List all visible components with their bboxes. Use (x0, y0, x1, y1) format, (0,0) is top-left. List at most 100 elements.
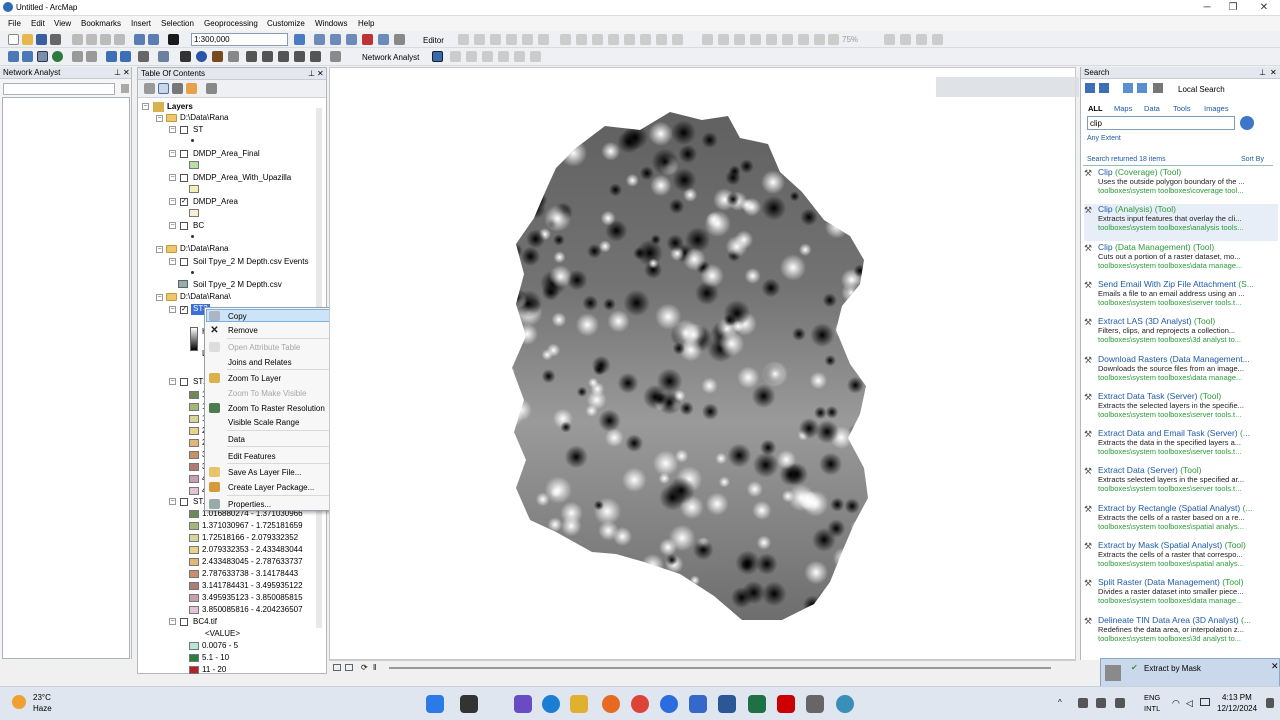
result-path[interactable]: toolboxes\system toolboxes\3d analyst to… (1098, 634, 1276, 643)
layer-checkbox-bc[interactable] (180, 222, 188, 230)
result-path[interactable]: toolboxes\system toolboxes\data manage..… (1098, 373, 1276, 382)
network-analyst-window-icon[interactable] (432, 51, 443, 62)
refresh-icon[interactable]: ⟳ (361, 663, 368, 672)
select-elements-icon[interactable] (180, 51, 191, 62)
paste-icon[interactable] (100, 34, 111, 45)
copilot-icon[interactable] (514, 695, 532, 713)
toc-auto-hide-icon[interactable]: ⊥ (308, 69, 315, 78)
firefox-icon[interactable] (602, 695, 620, 713)
battery-icon[interactable] (1200, 698, 1210, 706)
language-indicator[interactable]: ENG (1144, 693, 1160, 702)
map-display[interactable] (329, 67, 1076, 660)
network-analyst-tree[interactable] (2, 97, 130, 659)
layer-checkbox-soil-events[interactable] (180, 258, 188, 266)
menu-view[interactable]: View (54, 19, 71, 28)
collapse-icon[interactable]: − (169, 498, 176, 505)
layer-bc4-tif[interactable]: BC4.tif (193, 617, 217, 628)
close-button[interactable]: ✕ (1253, 1, 1275, 14)
result-title[interactable]: Extract Data and Email Task (Server) (..… (1098, 428, 1250, 438)
menu-create-layer-package[interactable]: Create Layer Package... (228, 483, 314, 492)
calculator-icon[interactable] (806, 695, 824, 713)
identify-icon[interactable] (196, 51, 207, 62)
collapse-icon[interactable]: − (156, 294, 163, 301)
catalog-window-icon[interactable] (330, 34, 341, 45)
search-result-item[interactable]: ⚒ Delineate TIN Data Area (3D Analyst) (.… (1084, 615, 1278, 652)
group-data-rana-3[interactable]: D:\Data\Rana\ (180, 292, 231, 303)
result-name[interactable]: Clip (1098, 167, 1113, 177)
list-by-visibility-icon[interactable] (172, 83, 183, 94)
redo-icon[interactable] (148, 34, 159, 45)
result-title[interactable]: Delineate TIN Data Area (3D Analyst) (..… (1098, 615, 1251, 625)
list-by-drawing-order-icon[interactable] (144, 83, 155, 94)
menu-edit-features[interactable]: Edit Features (228, 452, 276, 461)
collapse-icon[interactable]: − (156, 246, 163, 253)
network-analyst-menu[interactable]: Network Analyst (362, 53, 419, 62)
select-features-icon[interactable] (138, 51, 149, 62)
notification-toast[interactable]: ✔ Extract by Mask ✕ (1100, 658, 1280, 688)
measure-icon[interactable] (294, 51, 305, 62)
search-result-item[interactable]: ⚒ Extract by Mask (Spatial Analyst) (Tool… (1084, 540, 1278, 577)
search-result-item[interactable]: ⚒ Extract Data and Email Task (Server) (.… (1084, 428, 1278, 465)
result-path[interactable]: toolboxes\system toolboxes\server tools.… (1098, 410, 1276, 419)
collapse-icon[interactable]: − (169, 222, 176, 229)
go-to-xy-icon[interactable] (278, 51, 289, 62)
group-data-rana-1[interactable]: D:\Data\Rana (180, 113, 228, 124)
tab-data[interactable]: Data (1144, 104, 1160, 113)
map-scale-input[interactable]: 1:300,000 (191, 33, 288, 46)
result-title[interactable]: Extract by Mask (Spatial Analyst) (Tool) (1098, 540, 1246, 550)
collapse-icon[interactable]: − (169, 306, 176, 313)
python-icon[interactable] (378, 34, 389, 45)
result-title[interactable]: Send Email With Zip File Attachment (S..… (1098, 279, 1254, 289)
create-viewer-icon[interactable] (330, 51, 341, 62)
model-builder-icon[interactable] (394, 34, 405, 45)
layer-checkbox-sttif[interactable] (180, 498, 188, 506)
layer-dmdp-area-final[interactable]: DMDP_Area_Final (193, 149, 260, 160)
result-title[interactable]: Clip (Data Management) (Tool) (1098, 242, 1214, 252)
result-title[interactable]: Extract Data Task (Server) (Tool) (1098, 391, 1221, 401)
layer-checkbox-dmdp-final[interactable] (180, 150, 188, 158)
zoom-in-icon[interactable] (8, 51, 19, 62)
wifi-icon[interactable]: ◠ (1172, 698, 1180, 709)
result-path[interactable]: toolboxes\system toolboxes\server tools.… (1098, 484, 1276, 493)
search-close-icon[interactable]: ✕ (1270, 68, 1277, 77)
list-by-selection-icon[interactable] (186, 83, 197, 94)
clock-time[interactable]: 4:13 PM (1222, 693, 1252, 702)
result-name[interactable]: Download Rasters (Data Management... (1098, 354, 1250, 364)
search-mode[interactable]: Local Search (1178, 85, 1225, 94)
layer-st[interactable]: ST (193, 125, 203, 136)
result-path[interactable]: toolboxes\system toolboxes\spatial analy… (1098, 522, 1276, 531)
sort-by[interactable]: Sort By (1241, 156, 1264, 163)
search-result-item[interactable]: ⚒ Extract LAS (3D Analyst) (Tool) Filters,… (1084, 316, 1278, 353)
layer-checkbox-st[interactable] (180, 126, 188, 134)
result-path[interactable]: toolboxes\system toolboxes\server tools.… (1098, 298, 1276, 307)
collapse-icon[interactable]: − (156, 115, 163, 122)
add-data-icon[interactable] (168, 34, 179, 45)
fixed-zoom-out-map-icon[interactable] (86, 51, 97, 62)
layer-checkbox-st2[interactable] (180, 378, 188, 386)
search-home-icon[interactable] (1123, 83, 1133, 93)
extent-filter[interactable]: Any Extent (1087, 135, 1121, 142)
editor-toolbar-icon[interactable] (294, 34, 305, 45)
minimize-button[interactable]: ─ (1196, 1, 1218, 14)
layer-dmdp-area-with-upazilla[interactable]: DMDP_Area_With_Upazilla (193, 173, 291, 184)
menu-copy[interactable]: Copy (228, 312, 247, 321)
menu-selection[interactable]: Selection (161, 19, 194, 28)
search-result-item[interactable]: ⚒ Clip (Analysis) (Tool) Extracts input fe… (1084, 204, 1278, 242)
open-icon[interactable] (22, 34, 33, 45)
layer-checkbox-bc4[interactable] (180, 618, 188, 626)
menu-zoom-to-raster-resolution[interactable]: Zoom To Raster Resolution (228, 404, 325, 413)
result-name[interactable]: Delineate TIN Data Area (3D Analyst) (1098, 615, 1239, 625)
delete-icon[interactable] (114, 34, 125, 45)
forward-icon[interactable] (1099, 83, 1109, 93)
network-properties-icon[interactable] (121, 84, 129, 93)
back-icon[interactable] (1085, 83, 1095, 93)
save-icon[interactable] (36, 34, 47, 45)
notification-icon[interactable] (1266, 698, 1274, 708)
toast-close-icon[interactable]: ✕ (1271, 661, 1279, 672)
collapse-icon[interactable]: − (169, 258, 176, 265)
collapse-icon[interactable]: − (169, 618, 176, 625)
result-name[interactable]: Extract LAS (3D Analyst) (1098, 316, 1192, 326)
word-icon[interactable] (718, 695, 736, 713)
auto-hide-icon[interactable]: ⊥ (114, 68, 121, 77)
collapse-icon[interactable]: − (142, 103, 149, 110)
